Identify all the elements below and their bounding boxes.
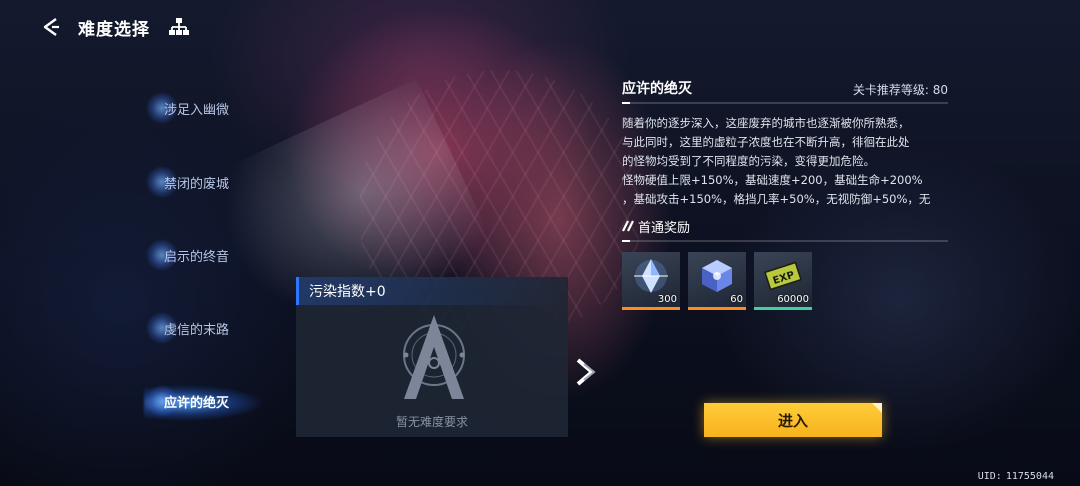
- pollution-title: 污染指数+0: [309, 284, 386, 300]
- reward-item[interactable]: 60: [688, 252, 746, 310]
- difficulty-label: 应许的绝灭: [164, 395, 230, 411]
- chevron-right-icon[interactable]: [574, 356, 600, 388]
- enter-button[interactable]: 进入: [704, 403, 882, 437]
- recommended-level-label: 关卡推荐等级:: [852, 83, 929, 97]
- pollution-body: 暂无难度要求: [296, 305, 568, 437]
- reward-header: 首通奖励: [622, 216, 948, 236]
- stage-detail-panel: 应许的绝灭 关卡推荐等级: 80 随着你的逐步深入，这座废弃的城市也逐渐被你所熟…: [622, 72, 948, 310]
- difficulty-item[interactable]: 涉足入幽微: [140, 88, 270, 128]
- reward-list: 300 60 EXP 60000: [622, 252, 948, 310]
- pollution-panel: 污染指数+0 暂无难度要求: [296, 277, 568, 437]
- header: 难度选择: [40, 14, 190, 40]
- reward-quantity: 60: [730, 294, 743, 305]
- difficulty-label: 涉足入幽微: [164, 102, 230, 118]
- button-corner-accent: [872, 403, 882, 413]
- difficulty-item-selected[interactable]: 应许的绝灭: [140, 381, 294, 421]
- difficulty-label: 禁闭的废城: [164, 176, 230, 192]
- difficulty-item[interactable]: 启示的终音: [140, 235, 270, 275]
- back-arrow-icon[interactable]: [40, 15, 64, 39]
- description-line: ，基础攻击+150%，格挡几率+50%，无视防御+50%，无: [622, 192, 931, 206]
- uid-label: UID:: [977, 471, 1002, 482]
- reward-title: 首通奖励: [638, 220, 691, 236]
- crystal-cube-icon: [702, 260, 732, 292]
- description-line: 随着你的逐步深入，这座废弃的城市也逐渐被你所熟悉，: [622, 116, 910, 130]
- enter-button-label: 进入: [777, 411, 808, 430]
- stage-description[interactable]: 随着你的逐步深入，这座废弃的城市也逐渐被你所熟悉， 与此同时，这里的虚粒子浓度也…: [622, 114, 948, 208]
- uid-value: 11755044: [1005, 471, 1054, 482]
- description-line: 与此同时，这里的虚粒子浓度也在不断升高，徘徊在此处: [622, 135, 910, 149]
- uid-display: UID: 11755044: [978, 471, 1054, 482]
- detail-header: 应许的绝灭 关卡推荐等级: 80: [622, 72, 948, 98]
- divider: [622, 102, 948, 104]
- divider: [622, 240, 948, 242]
- page-title: 难度选择: [78, 19, 150, 40]
- emblem-icon: [403, 315, 465, 399]
- reward-item[interactable]: EXP 60000: [754, 252, 812, 310]
- difficulty-label: 启示的终音: [164, 249, 230, 265]
- exp-card-icon: EXP: [764, 261, 802, 291]
- recommended-level: 关卡推荐等级: 80: [853, 81, 948, 98]
- difficulty-item[interactable]: 虔信的末路: [140, 308, 270, 348]
- reward-item[interactable]: 300: [622, 252, 680, 310]
- recommended-level-value: 80: [932, 83, 948, 97]
- reward-quantity: 300: [657, 294, 677, 305]
- stripe-icon: [622, 220, 634, 232]
- description-line: 的怪物均受到了不同程度的污染，变得更加危险。: [622, 154, 875, 168]
- empty-requirement-text: 暂无难度要求: [395, 415, 468, 429]
- stage-title: 应许的绝灭: [622, 81, 692, 97]
- pollution-header: 污染指数+0: [296, 277, 568, 305]
- reward-quantity: 60000: [777, 294, 809, 305]
- crystal-shard-icon: [634, 259, 668, 293]
- hierarchy-icon[interactable]: [168, 16, 190, 38]
- difficulty-label: 虔信的末路: [164, 322, 230, 338]
- difficulty-item[interactable]: 禁闭的废城: [140, 162, 270, 202]
- description-line: 怪物硬值上限+150%，基础速度+200，基础生命+200%: [622, 173, 923, 187]
